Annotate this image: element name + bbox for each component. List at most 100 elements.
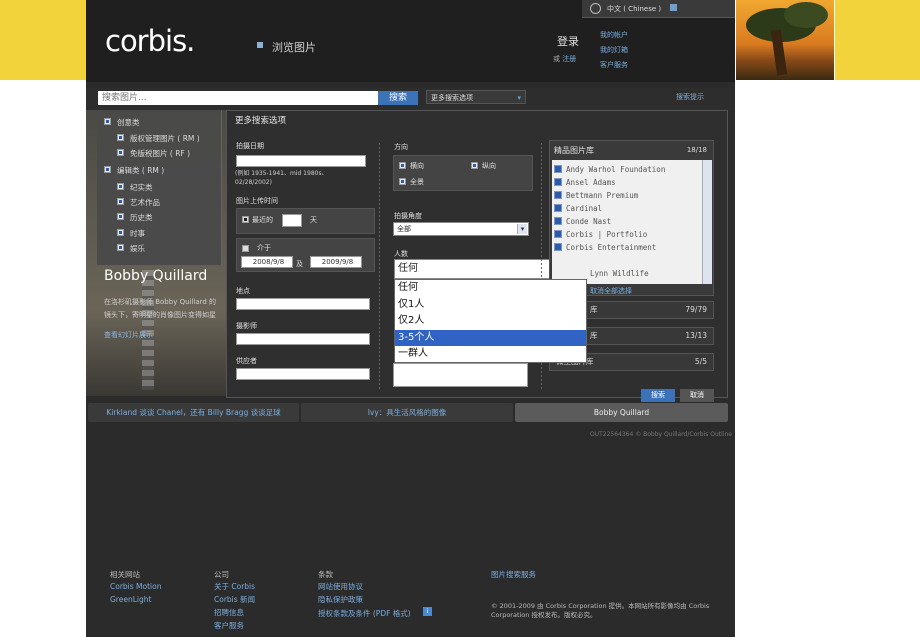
corbis-logo[interactable]: corbis.: [105, 24, 195, 58]
portrait-checkbox[interactable]: [471, 162, 478, 169]
category-checkbox[interactable]: [117, 183, 124, 190]
recent-radio[interactable]: [242, 216, 249, 223]
footer-link-terms[interactable]: 网站使用协议: [318, 580, 363, 593]
people-option[interactable]: 任何: [395, 280, 586, 296]
tree-canopy-2: [784, 2, 828, 28]
footer-link-privacy[interactable]: 隐私保护政策: [318, 593, 363, 606]
people-option[interactable]: 仅1人: [395, 297, 586, 313]
browse-bullet-icon: [257, 42, 263, 48]
location-label: 地点: [236, 287, 250, 295]
footer-link-image-search[interactable]: 图片搜索服务: [491, 568, 536, 581]
footer-company-title: 公司: [214, 570, 229, 579]
library-count: 18/18: [686, 146, 707, 154]
library-row-label: 库: [590, 305, 598, 314]
library-scrollbar[interactable]: [702, 160, 712, 284]
recent-days-input[interactable]: [282, 214, 302, 227]
language-selector[interactable]: 中文 ( Chinese ): [582, 0, 735, 18]
library-row-count: 79/79: [685, 305, 707, 314]
panorama-checkbox[interactable]: [399, 178, 406, 185]
library-checkbox[interactable]: [554, 178, 562, 186]
register-link[interactable]: 注册: [562, 55, 576, 63]
supplier-label: 供应者: [236, 357, 257, 365]
panorama-label: 全景: [410, 178, 424, 186]
footer-link-service[interactable]: 客户服务: [214, 619, 244, 632]
category-checkbox[interactable]: [117, 149, 124, 156]
people-option[interactable]: 一群人: [395, 346, 586, 362]
location-input[interactable]: [236, 298, 370, 310]
my-lightbox-link[interactable]: 我的灯箱: [600, 43, 628, 58]
chevron-down-icon: ▾: [517, 224, 527, 234]
landscape-checkbox[interactable]: [399, 162, 406, 169]
premium-library-panel: 精品图片库 18/18 Andy Warhol Foundation Ansel…: [549, 140, 714, 296]
category-checkbox[interactable]: [104, 118, 111, 125]
category-checkbox[interactable]: [104, 166, 111, 173]
footer-link-license-pdf[interactable]: 授权条款及条件 (PDF 格式): [318, 607, 411, 620]
copyright-text: © 2001-2009 由 Corbis Corporation 提供。本网站所…: [491, 602, 710, 619]
date-from-input[interactable]: 2008/9/8: [241, 256, 293, 268]
between-label: 介于: [257, 244, 271, 252]
footer-link-motion[interactable]: Corbis Motion: [110, 580, 161, 593]
search-input[interactable]: [98, 91, 378, 105]
supplier-input[interactable]: [236, 368, 370, 380]
people-option[interactable]: 仅2人: [395, 313, 586, 329]
date-to-input[interactable]: 2009/9/8: [310, 256, 362, 268]
people-dropdown-list[interactable]: 任何 仅1人 仅2人 3-5个人 一群人: [394, 279, 587, 363]
more-options-dropdown[interactable]: 更多搜索选项: [426, 90, 526, 105]
footer-link-greenlight[interactable]: GreenLight: [110, 593, 151, 606]
category-label: 版权管理图片 ( RM ): [130, 134, 200, 143]
hero-description: 在洛杉矶摄影师 Bobby Quillard 的镜头下，寄明星的肖像图片变得如星…: [104, 298, 217, 319]
cancel-button[interactable]: 取消: [680, 389, 714, 402]
pdf-icon[interactable]: i: [423, 607, 432, 616]
dropdown-arrow-icon[interactable]: [670, 4, 677, 11]
library-checkbox[interactable]: [554, 230, 562, 238]
category-checkbox[interactable]: [117, 229, 124, 236]
date-label: 拍摄日期: [236, 142, 264, 150]
globe-icon: [590, 3, 601, 14]
search-button[interactable]: 搜索: [378, 91, 418, 105]
category-checkbox[interactable]: [117, 198, 124, 205]
library-item: Corbis | Portfolio: [566, 230, 648, 239]
search-tips-link[interactable]: 搜索提示: [676, 92, 704, 102]
category-checkbox[interactable]: [117, 213, 124, 220]
days-label: 天: [310, 216, 317, 224]
footer-link-jobs[interactable]: 招聘信息: [214, 606, 244, 619]
and-label: 及: [296, 260, 303, 268]
story-tab-2[interactable]: Ivy：具生活风格的图像: [301, 403, 513, 422]
recent-label: 最近的: [252, 216, 273, 224]
story-tab-3[interactable]: Bobby Quillard: [515, 403, 728, 422]
library-row-count: 5/5: [694, 357, 707, 366]
customer-service-link[interactable]: 客户服务: [600, 58, 628, 73]
right-yellow-band: [835, 0, 920, 80]
people-option-selected[interactable]: 3-5个人: [395, 330, 586, 346]
library-checkbox[interactable]: [554, 165, 562, 173]
category-checkbox[interactable]: [117, 244, 124, 251]
date-example: (例如 1935-1941、mid 1980s、02/28/2002): [235, 170, 328, 186]
library-checkbox[interactable]: [554, 243, 562, 251]
between-radio[interactable]: [242, 245, 249, 252]
story-tab-1[interactable]: Kirkland 谈谈 Chanel，还有 Billy Bragg 谈谈足球: [88, 403, 299, 422]
recent-option-box: 最近的 天: [236, 208, 375, 234]
my-account-link[interactable]: 我的帐户: [600, 28, 628, 43]
library-item: Corbis Entertainment: [566, 243, 657, 252]
library-list: Andy Warhol Foundation Ansel Adams Bettm…: [552, 160, 712, 284]
angle-select[interactable]: 全部 ▾: [393, 222, 529, 236]
site-header: corbis. 浏览图片 中文 ( Chinese ) 登录 或 注册 我的帐户…: [86, 0, 735, 82]
library-checkbox[interactable]: [554, 204, 562, 212]
category-label: 历史类: [130, 213, 153, 222]
browse-link[interactable]: 浏览图片: [272, 39, 316, 55]
library-item: Conde Nast: [566, 217, 612, 226]
footer-link-news[interactable]: Corbis 新闻: [214, 593, 255, 606]
library-checkbox[interactable]: [554, 217, 562, 225]
deselect-all-link[interactable]: 取消全部选择: [590, 286, 632, 296]
date-input[interactable]: [236, 155, 366, 167]
footer-link-about[interactable]: 关于 Corbis: [214, 580, 255, 593]
photographer-input[interactable]: [236, 333, 370, 345]
apply-search-button[interactable]: 搜索: [641, 389, 675, 402]
library-checkbox[interactable]: [554, 191, 562, 199]
upload-label: 图片上传时间: [236, 197, 278, 205]
language-label: 中文 ( Chinese ): [607, 5, 662, 13]
category-label: 创意类: [117, 118, 140, 127]
category-checkbox[interactable]: [117, 134, 124, 141]
login-link[interactable]: 登录: [557, 33, 579, 49]
slideshow-link[interactable]: 查看幻灯片展示: [104, 330, 153, 340]
